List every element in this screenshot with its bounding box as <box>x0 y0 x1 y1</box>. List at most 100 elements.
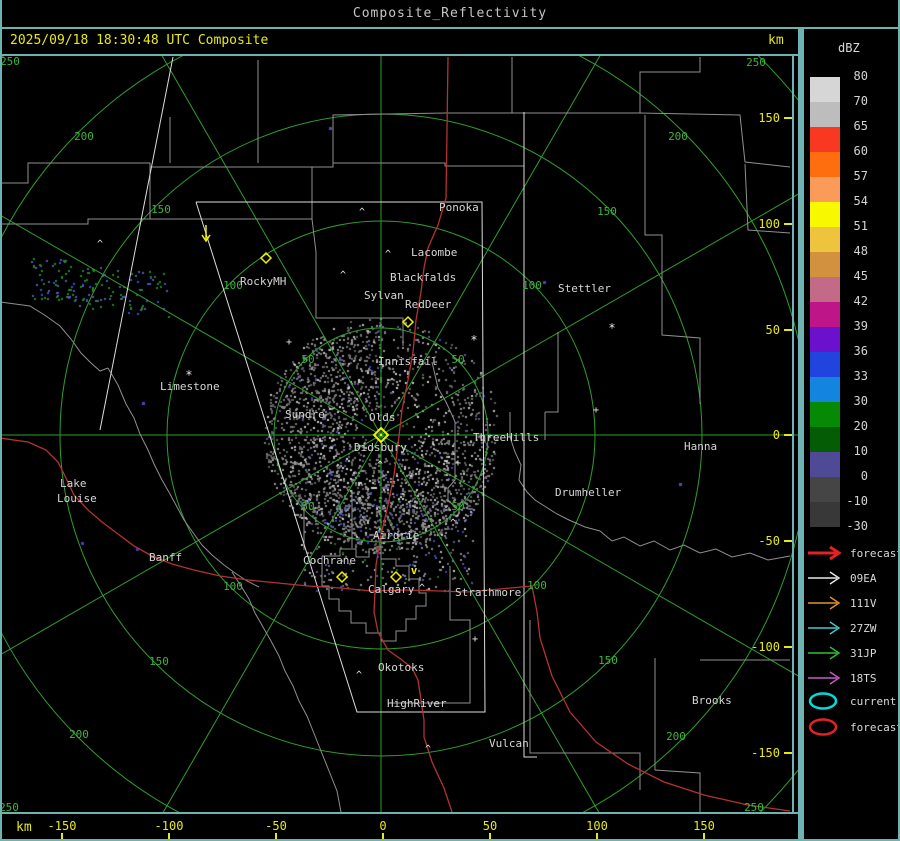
station-marker: * <box>185 368 192 382</box>
colorbar-tick-label: 36 <box>842 344 868 358</box>
county-boundary <box>2 302 108 371</box>
city-label: RockyMH <box>240 275 286 288</box>
station-marker: * <box>470 333 477 347</box>
colorbar-tick-label: 48 <box>842 244 868 258</box>
town-marker: ^ <box>377 460 383 471</box>
range-ring-label: 100 <box>522 279 542 292</box>
town-marker: ^ <box>359 207 365 218</box>
range-ring-label: 250 <box>2 56 20 68</box>
storm-marker: v <box>411 564 418 577</box>
legend-item: 111V <box>806 593 877 613</box>
city-label: Hanna <box>684 440 717 453</box>
range-ring-label: 150 <box>597 205 617 218</box>
colorbar-block <box>810 327 840 352</box>
legend-arrow-icon <box>806 643 846 663</box>
legend-item-label: 27ZW <box>850 622 877 635</box>
colorbar-tick-label: 60 <box>842 144 868 158</box>
colorbar-block <box>810 427 840 452</box>
status-bar: 2025/09/18 18:30:48 UTC Composite km <box>2 29 798 54</box>
station-marker: + <box>593 405 599 416</box>
city-label: Strathmore <box>455 586 521 599</box>
legend-item: 31JP <box>806 643 877 663</box>
colorbar-block <box>810 452 840 477</box>
bottom-axis-tick-label: 100 <box>567 819 627 833</box>
colorbar-tick-label: 57 <box>842 169 868 183</box>
colorbar-tick-label: -10 <box>842 494 868 508</box>
bottom-axis-tick-label: 0 <box>353 819 413 833</box>
radar-site-marker <box>391 572 401 582</box>
range-ring-label: 250 <box>2 801 19 812</box>
range-ring-label: 100 <box>527 579 547 592</box>
right-axis-tick-label: -150 <box>751 746 780 760</box>
timestamp-label: 2025/09/18 18:30:48 UTC Composite <box>10 33 268 48</box>
bottom-axis-unit-label: km <box>16 820 32 835</box>
colorbar-tick-label: 0 <box>842 469 868 483</box>
colorbar-title: dBZ <box>838 41 860 55</box>
colorbar-tick-label: 42 <box>842 294 868 308</box>
range-ring-label: 150 <box>149 655 169 668</box>
right-axis-tick <box>784 540 792 542</box>
county-boundary <box>108 368 259 587</box>
right-axis-tick <box>784 646 792 648</box>
town-marker: ^ <box>419 583 425 594</box>
colorbar-block <box>810 227 840 252</box>
colorbar-block <box>810 402 840 427</box>
town-marker: ^ <box>385 249 391 260</box>
colorbar-tick-label: 30 <box>842 394 868 408</box>
city-label: Stettler <box>558 282 611 295</box>
right-axis-tick-label: 150 <box>758 111 780 125</box>
city-label: Brooks <box>692 694 732 707</box>
legend-ellipse <box>810 720 836 735</box>
range-ring-label: 50 <box>451 353 464 366</box>
city-label: Airdrie <box>373 529 419 542</box>
range-ring-label: 250 <box>744 801 764 812</box>
range-ring-label: 100 <box>223 580 243 593</box>
town-marker: ^ <box>97 239 103 250</box>
map-viewport[interactable]: 5050505010010010010015015015015020020020… <box>2 56 798 812</box>
bottom-axis-tick-label: -100 <box>139 819 199 833</box>
title-bar: Composite_Reflectivity <box>0 0 900 27</box>
legend-item-label: 09EA <box>850 572 877 585</box>
colorbar-block <box>810 502 840 527</box>
right-axis-tick-label: -50 <box>758 534 780 548</box>
colorbar-block <box>810 377 840 402</box>
radar-site-marker <box>337 572 347 582</box>
legend-arrow-icon <box>806 543 846 563</box>
right-axis-tick <box>784 752 792 754</box>
county-boundary <box>512 57 700 113</box>
legend-item-label: current <box>850 695 896 708</box>
legend-ellipse-icon <box>806 691 846 711</box>
city-label: Banff <box>149 551 182 564</box>
radar-site-center-dot <box>380 434 382 436</box>
range-ring-label: 200 <box>668 130 688 143</box>
city-label: Lacombe <box>411 246 457 259</box>
legend-arrow-icon <box>806 668 846 688</box>
city-label: Sylvan <box>364 289 404 302</box>
right-axis-tick <box>784 434 792 436</box>
city-label: Drumheller <box>555 486 622 499</box>
city-label: ThreeHills <box>473 431 539 444</box>
right-axis-tick <box>784 117 792 119</box>
legend-item: 09EA <box>806 568 877 588</box>
legend-item-label: forecast <box>850 721 900 734</box>
legend-item: 27ZW <box>806 618 877 638</box>
colorbar-tick-label: 65 <box>842 119 868 133</box>
colorbar-block <box>810 477 840 502</box>
range-ring-label: 150 <box>151 203 171 216</box>
colorbar-tick-label: 54 <box>842 194 868 208</box>
city-label: Vulcan <box>489 737 529 750</box>
legend-item-label: 31JP <box>850 647 877 660</box>
colorbar-block <box>810 102 840 127</box>
city-label: Olds <box>369 411 396 424</box>
radar-site-marker <box>403 317 413 327</box>
legend-arrow-icon <box>806 568 846 588</box>
bottom-axis-tick-label: -150 <box>32 819 92 833</box>
colorbar-tick-label: 39 <box>842 319 868 333</box>
colorbar-tick-label: 33 <box>842 369 868 383</box>
range-ring-label: 250 <box>746 56 766 69</box>
colorbar-block <box>810 77 840 102</box>
colorbar-tick-label: 45 <box>842 269 868 283</box>
colorbar-tick-label: -30 <box>842 519 868 533</box>
range-ring-label: 50 <box>301 500 314 513</box>
city-label: Sundre <box>285 408 325 421</box>
